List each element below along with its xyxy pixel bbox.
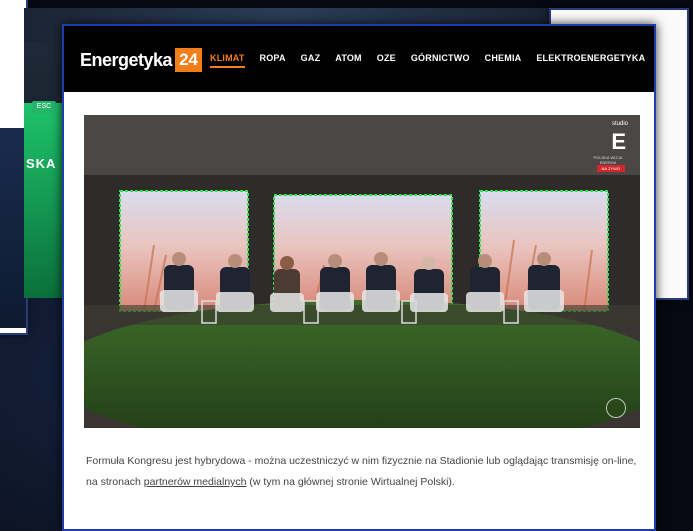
studio-subtitle: POLSKA WIZJA ENERGII — [593, 155, 623, 165]
background-photo-left — [0, 128, 26, 328]
studio-e-logo: studio E POLSKA WIZJA ENERGII NA ŻYWO — [574, 119, 634, 177]
nav-item-elektroenergetyka[interactable]: ELEKTROENERGETYKA — [536, 53, 645, 68]
live-badge: NA ŻYWO — [596, 165, 625, 172]
studio-small-label: studio — [611, 121, 628, 127]
site-logo[interactable]: Energetyka 24 — [80, 48, 202, 72]
logo-text: Energetyka — [80, 49, 173, 70]
logo-badge: 24 — [175, 48, 202, 72]
nav-item-gornictwo[interactable]: GÓRNICTWO — [411, 53, 470, 68]
panel-discussion-image — [84, 115, 640, 428]
background-esc-badge: ESC — [32, 101, 56, 113]
article-paragraph: Formuła Kongresu jest hybrydowa - można … — [86, 451, 642, 493]
article-photo[interactable]: studio E POLSKA WIZJA ENERGII NA ŻYWO — [84, 115, 640, 428]
article-text-after: (w tym na głównej stronie Wirtualnej Pol… — [246, 476, 455, 488]
nav-item-oze[interactable]: OZE — [377, 53, 396, 68]
main-nav: KLIMAT ROPA GAZ ATOM OZE GÓRNICTWO CHEMI… — [210, 53, 654, 68]
media-partners-link[interactable]: partnerów medialnych — [144, 476, 247, 488]
nav-item-atom[interactable]: ATOM — [335, 53, 361, 68]
watermark-icon — [606, 398, 626, 418]
article-card: Energetyka 24 KLIMAT ROPA GAZ ATOM OZE G… — [62, 24, 656, 531]
nav-item-chemia[interactable]: CHEMIA — [485, 53, 522, 68]
background-green-screen — [24, 103, 64, 298]
background-ska-label: SKA — [26, 156, 57, 171]
nav-item-klimat[interactable]: KLIMAT — [210, 53, 245, 68]
studio-letter: E — [611, 129, 626, 154]
nav-item-gaz[interactable]: GAZ — [301, 53, 321, 68]
nav-item-ropa[interactable]: ROPA — [260, 53, 286, 68]
top-navbar: Energetyka 24 KLIMAT ROPA GAZ ATOM OZE G… — [64, 26, 654, 92]
